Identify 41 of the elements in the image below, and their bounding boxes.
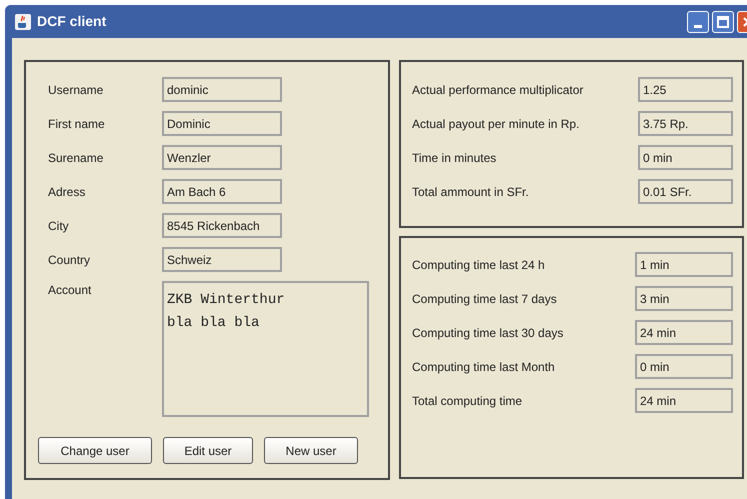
value-field[interactable]: 24 min [635, 388, 733, 413]
cup-icon [15, 14, 31, 30]
value-field[interactable]: 3.75 Rp. [638, 111, 733, 136]
field-label: Computing time last Month [412, 358, 556, 376]
maximize-button[interactable] [712, 10, 734, 32]
field-label: Adress [48, 184, 86, 200]
field-label: Surename [48, 150, 104, 166]
text-field[interactable]: Dominic [162, 111, 282, 136]
minimize-button[interactable] [687, 10, 709, 32]
field-label: First name [48, 116, 106, 132]
field-label: Country [48, 252, 92, 268]
window-title: DCF client [37, 12, 106, 31]
field-label: Computing time last 7 days [412, 290, 558, 308]
field-label: Username [48, 82, 104, 98]
field-label: Computing time last 30 days [412, 324, 564, 342]
field-label: City [48, 218, 70, 234]
text-field[interactable]: Wenzler [162, 145, 282, 170]
text-field[interactable]: dominic [162, 77, 282, 102]
field-label: Actual payout per minute in Rp. [412, 116, 580, 132]
value-field[interactable]: 24 min [635, 320, 733, 345]
value-field[interactable]: 0 min [635, 354, 733, 379]
field-label: Time in minutes [412, 150, 498, 166]
text-field[interactable]: Schweiz [162, 247, 282, 272]
user-button[interactable]: Change user [38, 437, 152, 464]
value-field[interactable]: 3 min [635, 286, 733, 311]
value-field[interactable]: 1 min [635, 252, 733, 277]
user-button[interactable]: Edit user [163, 437, 253, 464]
field-label: Account [48, 282, 92, 299]
value-field[interactable]: 0 min [638, 145, 733, 170]
value-field[interactable]: 1.25 [638, 77, 733, 102]
field-label: Actual performance multiplicator [412, 82, 584, 98]
value-field[interactable]: 0.01 SFr. [638, 179, 733, 204]
maximize-icon [717, 16, 729, 28]
user-button[interactable]: New user [264, 437, 358, 464]
minimize-icon [694, 24, 702, 28]
text-field[interactable]: 8545 Rickenbach [162, 213, 282, 238]
text-field[interactable]: Am Bach 6 [162, 179, 282, 204]
account-text-area[interactable]: ZKB Winterthur bla bla bla [162, 281, 369, 417]
field-label: Total ammount in SFr. [412, 184, 530, 200]
field-label: Computing time last 24 h [412, 256, 546, 274]
field-label: Total computing time [412, 392, 524, 410]
